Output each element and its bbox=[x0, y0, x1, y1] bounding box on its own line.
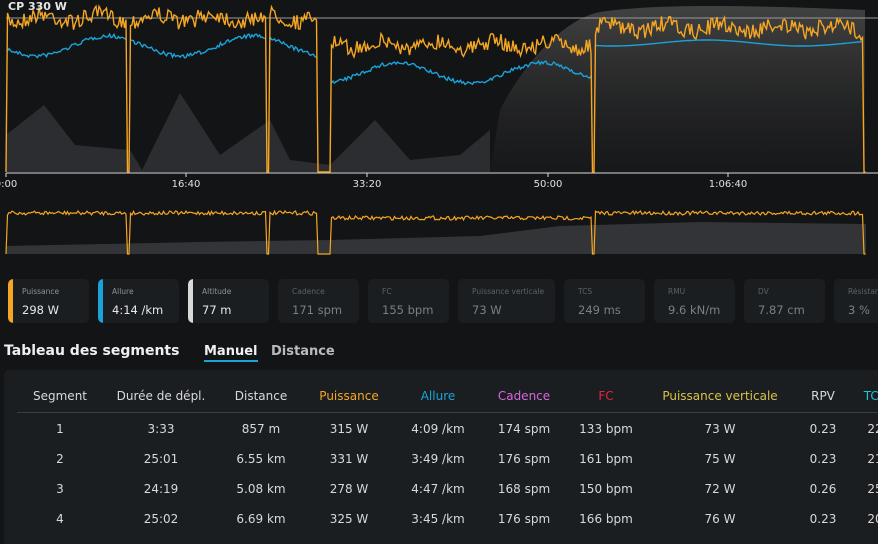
column-header[interactable]: Segment bbox=[33, 389, 87, 403]
metric-color-bar bbox=[8, 279, 13, 323]
table-cell: 331 W bbox=[329, 452, 369, 466]
table-cell: 150 bpm bbox=[579, 482, 633, 496]
altitude-area bbox=[6, 93, 490, 172]
metric-label: RMU bbox=[668, 287, 686, 296]
table-cell: 0.23 bbox=[809, 452, 837, 466]
table-cell: 22 bbox=[867, 422, 878, 436]
table-cell: 1 bbox=[56, 422, 64, 436]
table-cell: 166 bpm bbox=[579, 512, 633, 526]
metric-value: 298 W bbox=[22, 303, 59, 317]
metric-label: Altitude bbox=[202, 287, 232, 296]
metric-label: Puissance verticale bbox=[472, 287, 545, 296]
table-cell: 315 W bbox=[329, 422, 369, 436]
overview-altitude-area bbox=[6, 222, 866, 254]
table-cell: 21 bbox=[867, 452, 878, 466]
column-header[interactable]: TCS bbox=[864, 389, 878, 403]
metric-value: 3 % bbox=[848, 303, 870, 317]
table-cell: 25:01 bbox=[143, 452, 179, 466]
table-cell: 6.55 km bbox=[236, 452, 286, 466]
time-tick-label: 16:40 bbox=[171, 179, 201, 190]
table-cell: 20 bbox=[867, 512, 878, 526]
table-cell: 76 W bbox=[704, 512, 736, 526]
metric-label: FC bbox=[382, 287, 392, 296]
metric-card-altitude[interactable]: Altitude 77 m bbox=[188, 279, 269, 323]
metric-card-dv[interactable]: DV 7.87 cm bbox=[744, 279, 825, 323]
table-cell: 168 spm bbox=[497, 482, 551, 496]
activity-chart[interactable] bbox=[0, 0, 878, 200]
time-tick-label: 0:00 bbox=[0, 179, 18, 190]
metric-label: DV bbox=[758, 287, 769, 296]
table-cell: 25:02 bbox=[143, 512, 179, 526]
metric-card-puissance[interactable]: Puissance 298 W bbox=[8, 279, 89, 323]
metric-label: Puissance bbox=[22, 287, 60, 296]
table-cell: 4:09 /km bbox=[411, 422, 465, 436]
table-cell: 4:47 /km bbox=[411, 482, 465, 496]
table-cell: 278 W bbox=[329, 482, 369, 496]
table-cell: 0.23 bbox=[809, 422, 837, 436]
metric-value: 7.87 cm bbox=[758, 303, 805, 317]
overview-chart[interactable] bbox=[0, 196, 878, 258]
column-header[interactable]: Distance bbox=[235, 389, 287, 403]
metric-color-bar bbox=[188, 279, 193, 323]
metric-card-tcs[interactable]: TCS 249 ms bbox=[564, 279, 645, 323]
metric-label: Allure bbox=[112, 287, 134, 296]
table-cell: 24:19 bbox=[143, 482, 179, 496]
table-cell: 73 W bbox=[704, 422, 736, 436]
metric-value: 171 spm bbox=[292, 303, 343, 317]
table-cell: 3:33 bbox=[147, 422, 175, 436]
table-cell: 5.08 km bbox=[236, 482, 286, 496]
time-tick-label: 33:20 bbox=[352, 179, 382, 190]
time-tick-label: 50:00 bbox=[533, 179, 563, 190]
metric-value: 77 m bbox=[202, 303, 232, 317]
table-cell: 4 bbox=[56, 512, 64, 526]
table-cell: 133 bpm bbox=[579, 422, 633, 436]
column-header[interactable]: RPV bbox=[811, 389, 835, 403]
table-cell: 3:49 /km bbox=[411, 452, 465, 466]
table-cell: 174 spm bbox=[497, 422, 551, 436]
table-cell: 325 W bbox=[329, 512, 369, 526]
table-cell: 176 spm bbox=[497, 512, 551, 526]
metric-label: Cadence bbox=[292, 287, 325, 296]
metric-value: 9.6 kN/m bbox=[668, 303, 721, 317]
metric-cards: Puissance 298 W Allure 4:14 /km Altitude 77 m… bbox=[8, 279, 878, 323]
metric-card-fc[interactable]: FC 155 bpm bbox=[368, 279, 449, 323]
metric-color-bar bbox=[98, 279, 103, 323]
table-cell: 0.23 bbox=[809, 512, 837, 526]
metric-value: 4:14 /km bbox=[112, 303, 164, 317]
table-cell: 0.26 bbox=[809, 482, 837, 496]
header-divider bbox=[17, 412, 878, 413]
time-tick-label: 1:06:40 bbox=[708, 179, 748, 190]
metric-label: TCS bbox=[578, 287, 593, 296]
metric-card-puissance-verticale[interactable]: Puissance verticale 73 W bbox=[458, 279, 555, 323]
column-header[interactable]: Puissance bbox=[319, 389, 378, 403]
column-header[interactable]: Durée de dépl. bbox=[117, 389, 206, 403]
segments-title: Tableau des segments bbox=[4, 343, 180, 359]
tab-manuel[interactable]: Manuel bbox=[204, 344, 258, 362]
table-cell: 857 m bbox=[241, 422, 281, 436]
column-header[interactable]: Cadence bbox=[498, 389, 550, 403]
table-cell: 72 W bbox=[704, 482, 736, 496]
cp-label: CP 330 W bbox=[8, 0, 67, 13]
metric-value: 249 ms bbox=[578, 303, 621, 317]
table-cell: 2 bbox=[56, 452, 64, 466]
metric-value: 73 W bbox=[472, 303, 502, 317]
segments-table: Segment Durée de dépl. Distance Puissance Al… bbox=[4, 370, 878, 544]
metric-value: 155 bpm bbox=[382, 303, 434, 317]
table-cell: 176 spm bbox=[497, 452, 551, 466]
column-header[interactable]: Puissance verticale bbox=[662, 389, 777, 403]
tab-distance[interactable]: Distance bbox=[271, 344, 335, 359]
table-cell: 3:45 /km bbox=[411, 512, 465, 526]
table-cell: 6.69 km bbox=[236, 512, 286, 526]
metric-label: Résistance bbox=[848, 287, 878, 296]
table-cell: 161 bpm bbox=[579, 452, 633, 466]
column-header[interactable]: FC bbox=[598, 389, 613, 403]
metric-card-cadence[interactable]: Cadence 171 spm bbox=[278, 279, 359, 323]
table-cell: 3 bbox=[56, 482, 64, 496]
metric-card-r-sistance[interactable]: Résistance 3 % bbox=[834, 279, 878, 323]
metric-card-allure[interactable]: Allure 4:14 /km bbox=[98, 279, 179, 323]
metric-card-rmu[interactable]: RMU 9.6 kN/m bbox=[654, 279, 735, 323]
table-cell: 25 bbox=[867, 482, 878, 496]
column-header[interactable]: Allure bbox=[421, 389, 456, 403]
table-cell: 75 W bbox=[704, 452, 736, 466]
